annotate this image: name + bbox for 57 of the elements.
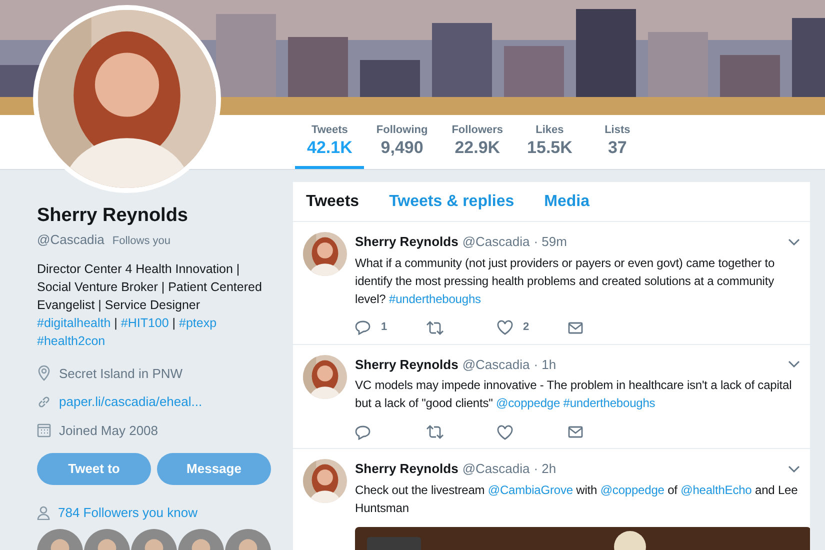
follows-you-label: Follows you [112, 234, 170, 249]
mention-link[interactable]: @coppedge [600, 482, 664, 496]
person-icon [37, 506, 50, 520]
tweet-handle: @Cascadia [462, 233, 530, 251]
message-button[interactable]: Message [157, 453, 271, 485]
website-link[interactable]: paper.li/cascadia/eheal... [59, 392, 202, 412]
feed-tab[interactable]: Tweets [306, 190, 360, 214]
reply-icon[interactable] [355, 424, 371, 440]
reply-icon[interactable] [355, 320, 371, 335]
envelope-icon[interactable] [568, 426, 583, 438]
stat-tab[interactable]: Lists 37 [584, 115, 650, 169]
tweet-author-name[interactable]: Sherry Reynolds [355, 354, 458, 374]
mention-link[interactable]: @coppedge [496, 396, 560, 410]
link-icon [37, 394, 51, 409]
feed-tab[interactable]: Media [544, 190, 590, 214]
profile-handle: @Cascadia [37, 231, 104, 249]
tweet-text: Check out the livestream @CambiaGrove with @coppedge of @healthEcho and Lee Huntsman [355, 482, 799, 516]
joined-date: Joined May 2008 [59, 422, 158, 440]
tweet-time[interactable]: · 59m [534, 232, 567, 252]
stat-tab[interactable]: Followers 22.9K [440, 115, 516, 169]
profile-name: Sherry Reynolds [37, 204, 189, 228]
heart-icon[interactable] [497, 424, 513, 440]
tweet-time[interactable]: · 1h [534, 354, 556, 374]
chevron-down-icon[interactable] [788, 238, 800, 246]
stat-tab[interactable]: Likes 15.5K [515, 115, 584, 169]
mention-link[interactable]: @healthEcho [680, 482, 752, 496]
profile-bio: Director Center 4 Health Innovation | Social Venture Broker | Patient Centered Evangelist | Service Designer #digitalhealth | #HIT100 | #ptexp #health2con [37, 260, 263, 350]
calendar-icon [37, 422, 51, 438]
chevron-down-icon[interactable] [788, 464, 800, 473]
tweet-text: What if a community (not just providers or payers or even govt) came together to identify the most pressing health problems and created solutions at a community level? #undertheboughs [355, 254, 776, 308]
chevron-down-icon[interactable] [788, 360, 800, 368]
location-pin-icon [37, 365, 51, 382]
retweet-icon[interactable] [426, 320, 444, 334]
tweet-author-name[interactable]: Sherry Reynolds [355, 459, 458, 478]
tweet-to-button[interactable]: Tweet to [37, 453, 151, 485]
hashtag-link[interactable]: #HIT100 [120, 316, 169, 330]
hashtag-link[interactable]: #undertheboughs [389, 292, 481, 306]
hashtag-link[interactable]: #ptexp [179, 316, 217, 330]
tweet-text: VC models may impede innovative - The problem in healthcare isn't a lack of capital but a lack of "good clients" @coppedge #undertheboughs [355, 377, 793, 412]
stat-tab[interactable]: Following 9,490 [364, 115, 440, 169]
retweet-icon[interactable] [426, 425, 444, 439]
heart-icon[interactable] [497, 320, 513, 335]
location-text: Secret Island in PNW [59, 364, 183, 382]
tweet-handle: @Cascadia [462, 460, 530, 478]
like-count: 2 [523, 320, 530, 336]
envelope-icon[interactable] [568, 322, 583, 334]
tweet-author-name[interactable]: Sherry Reynolds [355, 232, 458, 252]
followers-you-know-link[interactable]: 784 Followers you know [58, 503, 198, 522]
mention-link[interactable]: @CambiaGrove [488, 482, 573, 496]
hashtag-link[interactable]: #health2con [37, 334, 106, 348]
stat-tab[interactable]: Tweets 42.1K [295, 115, 364, 169]
feed-tab[interactable]: Tweets & replies [389, 190, 514, 214]
reply-count: 1 [381, 320, 388, 336]
hashtag-link[interactable]: #undertheboughs [563, 396, 656, 410]
tweet-time[interactable]: · 2h [534, 459, 556, 478]
tweet-handle: @Cascadia [462, 356, 530, 374]
hashtag-link[interactable]: #digitalhealth [37, 316, 111, 330]
